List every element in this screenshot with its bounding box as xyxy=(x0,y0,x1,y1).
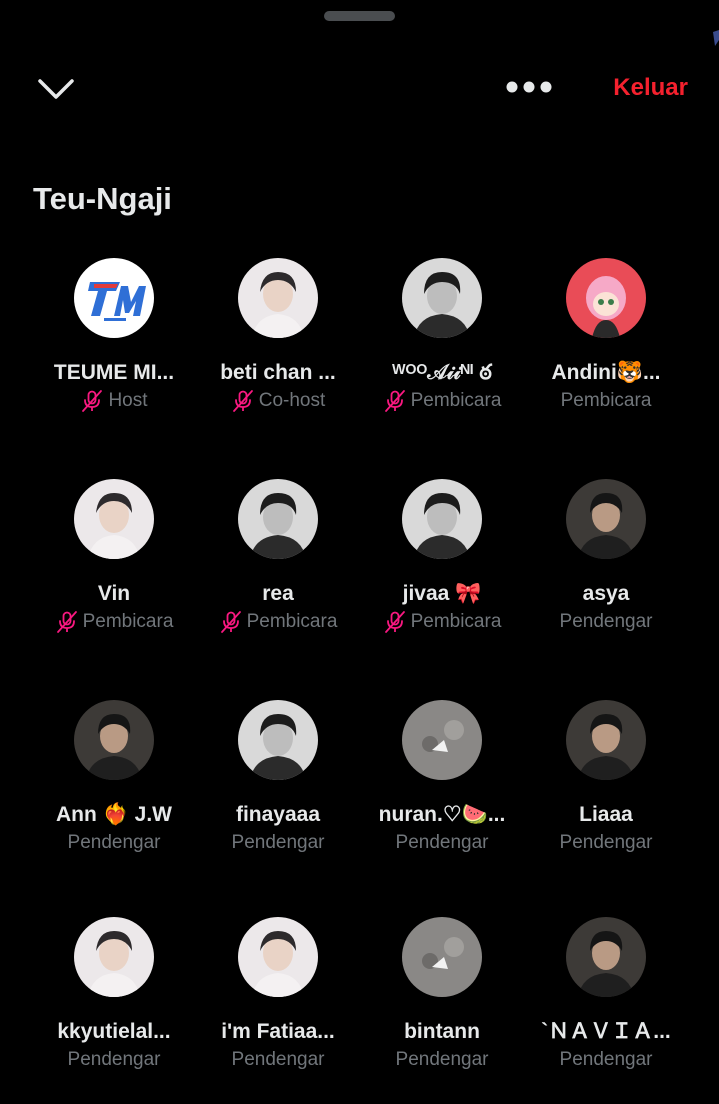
participant-role-row: Pembicara xyxy=(198,610,358,634)
space-title: Teu-Ngaji xyxy=(33,181,172,216)
avatar[interactable] xyxy=(238,917,318,997)
participant-role-row: Pendengar xyxy=(34,831,194,855)
participant-item[interactable]: asya Pendengar xyxy=(524,479,688,700)
participant-name: ᵂᴼᴼ𝒜𝒾𝒾ᴺᴵ ఠ xyxy=(392,361,492,384)
participant-name: Andini🐯... xyxy=(551,361,661,384)
participant-item[interactable]: Andini🐯... Pembicara xyxy=(524,258,688,479)
avatar[interactable] xyxy=(238,258,318,338)
participant-item[interactable]: beti chan ... Co-host xyxy=(196,258,360,479)
participant-role-row: Pembicara xyxy=(362,610,522,634)
participant-name: Ann ❤️‍🔥 J.W xyxy=(56,803,172,826)
participant-name: kkyutielal... xyxy=(57,1020,171,1043)
participant-role-row: Pendengar xyxy=(362,831,522,855)
participant-role-row: Pendengar xyxy=(526,610,686,634)
participant-item[interactable]: TEUME MI... Host xyxy=(32,258,196,479)
participant-name: asya xyxy=(582,582,630,605)
participant-role-row: Co-host xyxy=(198,389,358,413)
participant-item[interactable]: Vin Pembicara xyxy=(32,479,196,700)
avatar[interactable] xyxy=(238,700,318,780)
participant-name: i'm Fatiaa... xyxy=(221,1020,335,1043)
participant-role: Pembicara xyxy=(410,390,502,411)
participants-grid: TEUME MI... Host beti chan ... Co-host ᵂᴼᴼ𝒜𝒾… xyxy=(32,258,688,1104)
participant-name: nuran.♡🍉... xyxy=(378,803,506,826)
participant-item[interactable]: Liaaa Pendengar xyxy=(524,700,688,921)
participant-role: Pembicara xyxy=(560,390,652,411)
more-horizontal-icon[interactable] xyxy=(502,72,556,102)
participant-role-row: Pendengar xyxy=(526,1048,686,1072)
participant-role: Pendengar xyxy=(559,832,653,853)
avatar[interactable] xyxy=(74,258,154,338)
participant-item[interactable]: i'm Fatiaa... Pendengar xyxy=(196,917,360,1104)
participant-role: Pendengar xyxy=(395,832,489,853)
participant-item[interactable]: kkyutielal... Pendengar xyxy=(32,917,196,1104)
avatar[interactable] xyxy=(566,479,646,559)
leave-button[interactable]: Keluar xyxy=(613,72,688,104)
participant-item[interactable]: finayaaa Pendengar xyxy=(196,700,360,921)
avatar[interactable] xyxy=(402,258,482,338)
avatar[interactable] xyxy=(402,700,482,780)
participant-role: Pendengar xyxy=(67,1049,161,1070)
participant-role: Co-host xyxy=(258,390,326,411)
avatar[interactable] xyxy=(238,479,318,559)
participant-role-row: Pendengar xyxy=(526,831,686,855)
avatar[interactable] xyxy=(74,917,154,997)
participant-role: Pembicara xyxy=(246,611,338,632)
avatar[interactable] xyxy=(74,479,154,559)
mic-muted-icon xyxy=(220,611,241,633)
participant-name: bintann xyxy=(404,1020,480,1043)
participant-item[interactable]: bintann Pendengar xyxy=(360,917,524,1104)
participant-role: Pendengar xyxy=(559,1049,653,1070)
chevron-down-icon[interactable] xyxy=(36,74,76,104)
participant-role-row: Pendengar xyxy=(34,1048,194,1072)
participant-role: Pendengar xyxy=(559,611,653,632)
participant-role: Host xyxy=(108,390,148,411)
participant-role-row: Host xyxy=(34,389,194,413)
participant-role-row: Pendengar xyxy=(362,1048,522,1072)
mic-muted-icon xyxy=(384,390,405,412)
participant-item[interactable]: Ann ❤️‍🔥 J.W Pendengar xyxy=(32,700,196,921)
avatar[interactable] xyxy=(566,700,646,780)
participant-role: Pembicara xyxy=(82,611,174,632)
avatar[interactable] xyxy=(402,479,482,559)
avatar[interactable] xyxy=(566,258,646,338)
avatar[interactable] xyxy=(402,917,482,997)
participant-name: finayaaa xyxy=(235,803,321,826)
avatar[interactable] xyxy=(566,917,646,997)
mic-muted-icon xyxy=(384,611,405,633)
participant-role: Pendengar xyxy=(231,832,325,853)
participant-role-row: Pembicara xyxy=(526,389,686,413)
participant-item[interactable]: ᵂᴼᴼ𝒜𝒾𝒾ᴺᴵ ఠ Pembicara xyxy=(360,258,524,479)
participant-name: rea xyxy=(262,582,294,605)
mic-muted-icon xyxy=(56,611,77,633)
participant-name: TEUME MI... xyxy=(53,361,175,384)
participant-name: jivaa 🎀 xyxy=(402,582,482,605)
participant-item[interactable]: jivaa 🎀 Pembicara xyxy=(360,479,524,700)
participant-name: beti chan ... xyxy=(220,361,336,384)
participant-name: Vin xyxy=(97,582,131,605)
participant-role: Pembicara xyxy=(410,611,502,632)
participant-name: `ＮＡＶＩＡ... xyxy=(541,1020,671,1043)
avatar[interactable] xyxy=(74,700,154,780)
participant-role-row: Pembicara xyxy=(34,610,194,634)
corner-decoration-icon xyxy=(711,30,719,46)
mic-muted-icon xyxy=(82,390,103,412)
participant-item[interactable]: nuran.♡🍉... Pendengar xyxy=(360,700,524,921)
participant-name: Liaaa xyxy=(579,803,633,826)
participant-role-row: Pembicara xyxy=(362,389,522,413)
participant-role: Pendengar xyxy=(395,1049,489,1070)
participant-role-row: Pendengar xyxy=(198,1048,358,1072)
participant-role: Pendengar xyxy=(231,1049,325,1070)
mic-muted-icon xyxy=(232,390,253,412)
participant-role-row: Pendengar xyxy=(198,831,358,855)
participant-item[interactable]: rea Pembicara xyxy=(196,479,360,700)
drag-handle[interactable] xyxy=(324,11,395,21)
participant-item[interactable]: `ＮＡＶＩＡ... Pendengar xyxy=(524,917,688,1104)
participant-role: Pendengar xyxy=(67,832,161,853)
